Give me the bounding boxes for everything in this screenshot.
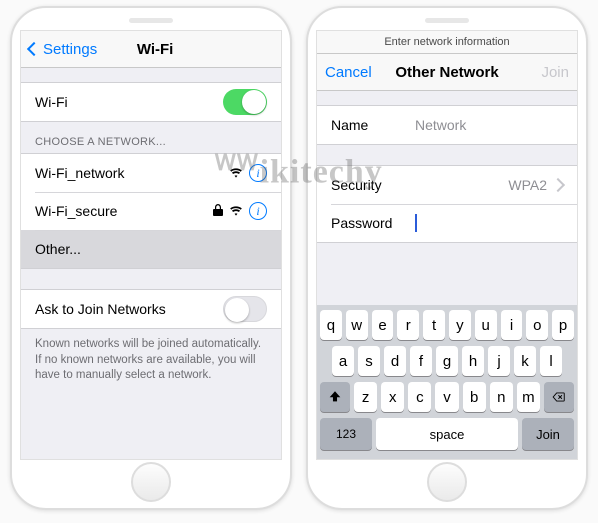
key-c[interactable]: c — [408, 382, 431, 412]
name-group: Name Network — [317, 105, 577, 145]
keyboard-row-1: q w e r t y u i o p — [320, 310, 574, 340]
choose-network-header: CHOOSE A NETWORK... — [21, 122, 281, 153]
screen-wifi-settings: Settings Wi-Fi Wi-Fi CHOOSE A NETWORK...… — [20, 30, 282, 460]
key-z[interactable]: z — [354, 382, 377, 412]
network-row[interactable]: Wi-Fi_network i — [21, 154, 281, 192]
other-network-row[interactable]: Other... — [21, 230, 281, 268]
phone-speaker — [425, 18, 469, 23]
password-input[interactable] — [415, 214, 563, 232]
password-label: Password — [331, 215, 399, 231]
network-row[interactable]: Wi-Fi_secure i — [21, 192, 281, 230]
back-button[interactable]: Settings — [29, 41, 97, 58]
key-s[interactable]: s — [358, 346, 380, 376]
lock-icon — [213, 204, 223, 219]
ask-join-cell: Ask to Join Networks — [21, 290, 281, 328]
join-button[interactable]: Join — [541, 64, 569, 81]
text-cursor — [415, 214, 417, 232]
key-i[interactable]: i — [501, 310, 523, 340]
key-r[interactable]: r — [397, 310, 419, 340]
key-u[interactable]: u — [475, 310, 497, 340]
wifi-toggle-cell: Wi-Fi — [21, 83, 281, 121]
security-value: WPA2 — [508, 177, 547, 193]
home-button[interactable] — [131, 462, 171, 502]
other-label: Other... — [35, 241, 81, 257]
key-b[interactable]: b — [463, 382, 486, 412]
phone-speaker — [129, 18, 173, 23]
key-q[interactable]: q — [320, 310, 342, 340]
network-name: Wi-Fi_secure — [35, 203, 117, 219]
key-k[interactable]: k — [514, 346, 536, 376]
key-a[interactable]: a — [332, 346, 354, 376]
key-g[interactable]: g — [436, 346, 458, 376]
shift-icon — [327, 390, 343, 404]
key-j[interactable]: j — [488, 346, 510, 376]
phone-right: Enter network information Cancel Other N… — [306, 6, 588, 510]
backspace-icon — [551, 390, 567, 404]
cancel-button[interactable]: Cancel — [325, 64, 372, 81]
password-cell[interactable]: Password — [317, 204, 577, 242]
phone-left: Settings Wi-Fi Wi-Fi CHOOSE A NETWORK...… — [10, 6, 292, 510]
key-v[interactable]: v — [435, 382, 458, 412]
key-d[interactable]: d — [384, 346, 406, 376]
wifi-toggle-label: Wi-Fi — [35, 94, 68, 110]
back-label: Settings — [43, 41, 97, 58]
key-w[interactable]: w — [346, 310, 368, 340]
info-icon[interactable]: i — [249, 202, 267, 220]
key-space[interactable]: space — [376, 418, 518, 450]
navbar: Settings Wi-Fi — [21, 31, 281, 68]
key-f[interactable]: f — [410, 346, 432, 376]
wifi-toggle[interactable] — [223, 89, 267, 115]
key-shift[interactable] — [320, 382, 350, 412]
key-x[interactable]: x — [381, 382, 404, 412]
keyboard-row-4: 123 space Join — [320, 418, 574, 450]
ask-join-label: Ask to Join Networks — [35, 301, 166, 317]
security-group: Security WPA2 Password — [317, 165, 577, 243]
key-o[interactable]: o — [526, 310, 548, 340]
keyboard-row-3: z x c v b n m — [320, 382, 574, 412]
name-label: Name — [331, 117, 399, 133]
page-title: Other Network — [385, 64, 509, 81]
wifi-signal-icon — [229, 204, 243, 218]
wifi-signal-icon — [229, 166, 243, 180]
wifi-toggle-group: Wi-Fi — [21, 82, 281, 122]
chevron-left-icon — [29, 41, 41, 58]
key-p[interactable]: p — [552, 310, 574, 340]
navbar: Cancel Other Network Join — [317, 54, 577, 91]
ask-join-footer: Known networks will be joined automatica… — [21, 329, 281, 392]
chevron-right-icon — [551, 178, 565, 192]
ask-join-toggle[interactable] — [223, 296, 267, 322]
security-label: Security — [331, 177, 399, 193]
name-cell[interactable]: Name Network — [317, 106, 577, 144]
key-join[interactable]: Join — [522, 418, 574, 450]
network-name: Wi-Fi_network — [35, 165, 124, 181]
network-list-group: Wi-Fi_network i Wi-Fi_secure — [21, 153, 281, 269]
key-h[interactable]: h — [462, 346, 484, 376]
keyboard: q w e r t y u i o p a s d f g h — [317, 305, 577, 459]
key-y[interactable]: y — [449, 310, 471, 340]
security-cell[interactable]: Security WPA2 — [317, 166, 577, 204]
name-input[interactable]: Network — [415, 117, 563, 133]
key-m[interactable]: m — [517, 382, 540, 412]
subheader: Enter network information — [317, 31, 577, 54]
key-backspace[interactable] — [544, 382, 574, 412]
keyboard-row-2: a s d f g h j k l — [320, 346, 574, 376]
page-title: Wi-Fi — [97, 41, 213, 58]
key-e[interactable]: e — [372, 310, 394, 340]
key-123[interactable]: 123 — [320, 418, 372, 450]
key-t[interactable]: t — [423, 310, 445, 340]
screen-other-network: Enter network information Cancel Other N… — [316, 30, 578, 460]
home-button[interactable] — [427, 462, 467, 502]
key-l[interactable]: l — [540, 346, 562, 376]
info-icon[interactable]: i — [249, 164, 267, 182]
ask-join-group: Ask to Join Networks — [21, 289, 281, 329]
key-n[interactable]: n — [490, 382, 513, 412]
